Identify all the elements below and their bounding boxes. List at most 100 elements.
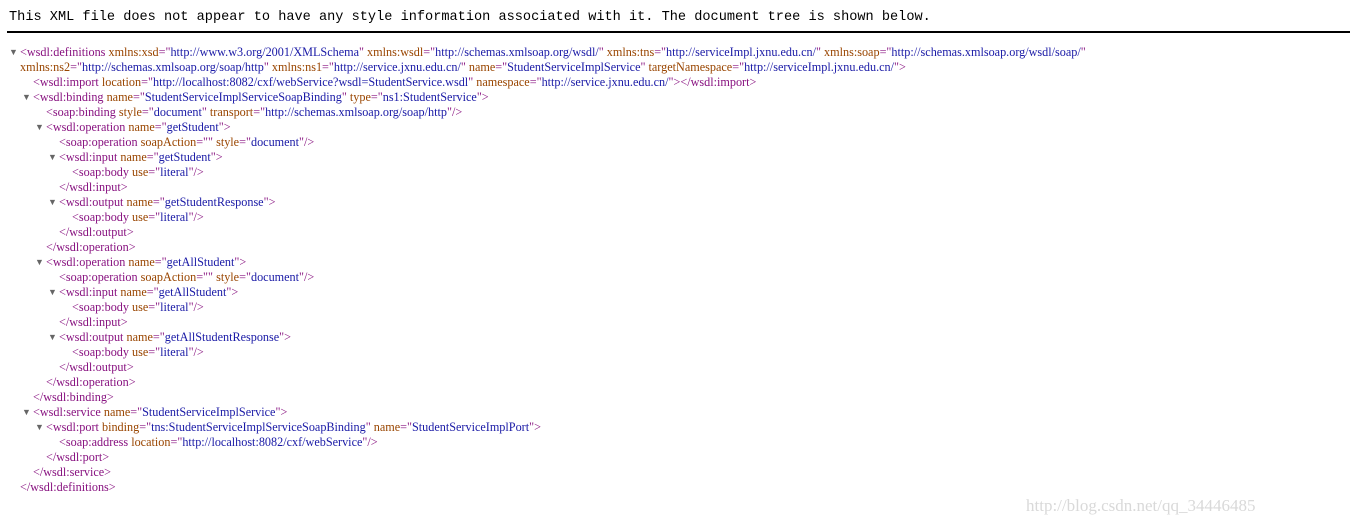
- xml-tag: ">: [226, 285, 239, 299]
- xml-attribute-name: soapAction: [140, 270, 197, 284]
- xml-attribute-name: location: [131, 435, 171, 449]
- xml-tag: <soap:body: [72, 165, 129, 179]
- xml-attribute-value: literal: [160, 210, 189, 224]
- xml-attribute-name: use: [132, 165, 149, 179]
- xml-tag: <soap:body: [72, 210, 129, 224]
- xml-tag: =": [239, 135, 251, 149]
- xml-attribute-name: use: [132, 345, 149, 359]
- xml-tag: =": [423, 45, 436, 59]
- xml-tag: </wsdl:input>: [59, 315, 128, 329]
- xml-line-text: <wsdl:input name="getStudent">: [59, 150, 223, 165]
- header-divider: [7, 31, 1350, 33]
- xml-attribute-name: name: [103, 405, 131, 419]
- xml-tag: </wsdl:binding>: [33, 390, 114, 404]
- xml-tag: =": [322, 60, 334, 74]
- xml-attribute-value: ns1:StudentService: [382, 90, 477, 104]
- collapse-toggle-icon[interactable]: ▼: [9, 45, 18, 60]
- xml-tag: <soap:operation: [59, 135, 138, 149]
- xml-tag: ">: [275, 405, 288, 419]
- xml-tag: ": [1080, 45, 1086, 59]
- xml-attribute-value: literal: [160, 345, 189, 359]
- xml-tag: <soap:address: [59, 435, 129, 449]
- xml-tag: <wsdl:import: [33, 75, 99, 89]
- xml-tag: =": [158, 45, 171, 59]
- xml-attribute-name: targetNamespace: [648, 60, 733, 74]
- xml-tag: =": [253, 105, 266, 119]
- xml-attribute-value: http://localhost:8082/cxf/webService?wsd…: [152, 75, 469, 89]
- xml-attribute-value: StudentServiceImplService: [142, 405, 276, 419]
- xml-tag: </wsdl:operation>: [46, 240, 136, 254]
- xml-attribute-name: name: [126, 330, 153, 344]
- xml-tag: =": [146, 150, 159, 164]
- xml-tag: =": [148, 300, 161, 314]
- xml-attribute-value: document: [250, 135, 300, 149]
- xml-tag: =": [239, 270, 251, 284]
- xml-tag: "/>: [446, 105, 463, 119]
- xml-line-text: </wsdl:output>: [59, 360, 134, 375]
- collapse-toggle-icon[interactable]: ▼: [48, 150, 57, 165]
- xml-line-text: <wsdl:output name="getAllStudentResponse…: [59, 330, 291, 345]
- xml-tag: <wsdl:input: [59, 285, 118, 299]
- xml-tag: =": [70, 60, 82, 74]
- xml-attribute-value: getAllStudentResponse: [164, 330, 280, 344]
- xml-attribute-name: name: [120, 150, 147, 164]
- xml-line-text: </wsdl:service>: [33, 465, 111, 480]
- xml-attribute-name: name: [373, 420, 401, 434]
- collapse-toggle-icon[interactable]: ▼: [22, 90, 31, 105]
- xml-attribute-value: getAllStudent: [166, 255, 235, 269]
- xml-attribute-value: http://localhost:8082/cxf/webService: [182, 435, 363, 449]
- xml-line-text: </wsdl:input>: [59, 180, 128, 195]
- xml-tag: =": [495, 60, 508, 74]
- xml-attribute-name: name: [106, 90, 133, 104]
- xml-tag: =": [152, 195, 165, 209]
- xml-tag: "/>: [188, 165, 204, 179]
- xml-tag: =": [154, 255, 167, 269]
- collapse-toggle-icon[interactable]: ▼: [48, 330, 57, 345]
- xml-attribute-name: name: [126, 195, 153, 209]
- xml-attribute-value: http://serviceImpl.jxnu.edu.cn/: [744, 60, 895, 74]
- collapse-toggle-icon[interactable]: ▼: [48, 195, 57, 210]
- xml-line-text: <soap:address location="http://localhost…: [59, 435, 378, 450]
- xml-attribute-name: type: [349, 90, 371, 104]
- xml-attribute-name: use: [132, 300, 149, 314]
- collapse-toggle-icon[interactable]: ▼: [35, 420, 44, 435]
- xml-tag: <wsdl:operation: [46, 255, 126, 269]
- xml-line-text: <soap:body use="literal"/>: [72, 300, 204, 315]
- xml-tag: "/>: [188, 210, 204, 224]
- xml-line-text: <wsdl:operation name="getAllStudent">: [46, 255, 246, 270]
- xml-tag: =": [196, 135, 209, 149]
- xml-attribute-name: style: [216, 135, 240, 149]
- xml-attribute-name: name: [120, 285, 147, 299]
- watermark: http://blog.csdn.net/qq_34446485: [1026, 496, 1256, 515]
- xml-tag: "></wsdl:import>: [668, 75, 757, 89]
- collapse-toggle-icon[interactable]: ▼: [35, 255, 44, 270]
- xml-tag: <wsdl:output: [59, 330, 124, 344]
- xml-attribute-value: http://schemas.xmlsoap.org/soap/http: [265, 105, 447, 119]
- xml-line-text: </wsdl:input>: [59, 315, 128, 330]
- xml-tag: =": [732, 60, 745, 74]
- xml-tag: </wsdl:service>: [33, 465, 112, 479]
- collapse-toggle-icon[interactable]: ▼: [48, 285, 57, 300]
- xml-tag: <soap:operation: [59, 270, 138, 284]
- xml-attribute-name: soapAction: [140, 135, 197, 149]
- xml-tag: "/>: [362, 435, 378, 449]
- xml-tag: =": [148, 165, 161, 179]
- xml-tag: =": [146, 285, 159, 299]
- xml-tag: ">: [218, 120, 231, 134]
- xml-attribute-name: binding: [101, 420, 140, 434]
- xml-tag: =": [654, 45, 667, 59]
- xml-attribute-value: document: [250, 270, 300, 284]
- xml-tag: </wsdl:output>: [59, 225, 134, 239]
- xml-attribute-name: style: [118, 105, 142, 119]
- xml-tag: </wsdl:definitions>: [20, 480, 116, 494]
- xml-attribute-name: xmlns:tns: [606, 45, 655, 59]
- collapse-toggle-icon[interactable]: ▼: [22, 405, 31, 420]
- xml-tag: =": [196, 270, 209, 284]
- xml-tag: ">: [529, 420, 541, 434]
- xml-attribute-name: name: [468, 60, 496, 74]
- xml-tag: =": [139, 420, 152, 434]
- collapse-toggle-icon[interactable]: ▼: [35, 120, 44, 135]
- xml-line-text: </wsdl:definitions>: [20, 480, 116, 495]
- xml-attribute-value: http://www.w3.org/2001/XMLSchema: [170, 45, 360, 59]
- xml-line-text: <soap:binding style="document" transport…: [46, 105, 462, 120]
